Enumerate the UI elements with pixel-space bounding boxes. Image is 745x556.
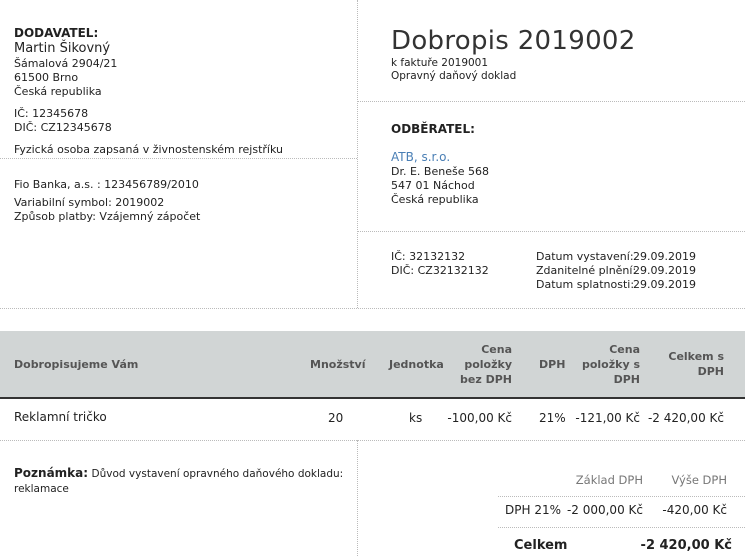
supplier-dic: DIČ: CZ12345678 <box>14 121 112 134</box>
date-value: 29.09.2019 <box>633 264 696 277</box>
table-bottom-divider <box>0 440 745 441</box>
note-block: Poznámka: Důvod vystavení opravného daňo… <box>14 466 344 497</box>
customer-ic: IČ: 32132132 <box>391 250 466 263</box>
customer-city: 547 01 Náchod <box>391 179 475 192</box>
customer-street: Dr. E. Beneše 568 <box>391 165 489 178</box>
header-divider-vertical <box>357 0 358 308</box>
col-price-line: položky <box>464 358 512 371</box>
col-total-line: Celkem s <box>668 350 724 363</box>
summary-vat-header: Výše DPH <box>671 473 727 487</box>
item-vat: 21% <box>539 411 566 425</box>
item-unit: ks <box>409 411 423 425</box>
supplier-name: Martin Šikovný <box>14 41 111 56</box>
col-price-line: Cena <box>481 343 512 356</box>
table-row: Reklamní tričko 20 ks -100,00 Kč 21% -12… <box>0 398 745 438</box>
item-total: -2 420,00 Kč <box>647 411 724 425</box>
footer-divider-vertical <box>357 440 358 556</box>
header-bottom-divider <box>0 308 745 309</box>
summary-base-header: Základ DPH <box>575 473 643 487</box>
customer-name: ATB, s.r.o. <box>391 150 451 164</box>
date-row: Datum splatnosti:29.09.2019 <box>536 278 696 292</box>
date-label: Datum vystavení: <box>536 250 634 263</box>
date-label: Zdanitelné plnění: <box>536 264 637 277</box>
customer-country: Česká republika <box>391 193 479 206</box>
document-type: Opravný daňový doklad <box>391 70 517 82</box>
col-price-vat-line: Cena <box>609 343 640 356</box>
date-row: Datum vystavení:29.09.2019 <box>536 250 696 264</box>
col-description: Dobropisujeme Vám <box>14 358 139 371</box>
summary-total-divider <box>498 527 745 528</box>
supplier-country: Česká republika <box>14 85 102 98</box>
note-label: Poznámka: <box>14 466 89 480</box>
item-price-vat: -121,00 Kč <box>575 411 640 425</box>
note-text-line: Důvod vystavení opravného daňového dokla… <box>91 468 344 480</box>
item-price: -100,00 Kč <box>447 411 512 425</box>
item-quantity: 20 <box>328 411 344 425</box>
col-vat: DPH <box>539 358 566 371</box>
supplier-registry-note: Fyzická osoba zapsaná v živnostenském re… <box>14 143 283 156</box>
col-total-line: DPH <box>697 365 724 378</box>
col-price: Cena položky bez DPH <box>460 342 512 387</box>
col-price-vat-line: položky s <box>581 358 640 371</box>
supplier-street: Šámalová 2904/21 <box>14 57 118 70</box>
supplier-heading: DODAVATEL: <box>14 26 99 40</box>
document-title: Dobropis 2019002 <box>391 26 636 56</box>
date-value: 29.09.2019 <box>633 250 696 263</box>
date-row: Zdanitelné plnění:29.09.2019 <box>536 264 696 278</box>
supplier-divider <box>0 158 357 159</box>
document-divider <box>357 101 745 102</box>
customer-divider <box>357 231 745 232</box>
date-value: 29.09.2019 <box>633 278 696 291</box>
customer-tax-ids: IČ: 32132132 DIČ: CZ32132132 <box>391 250 489 277</box>
col-price-vat-line: DPH <box>613 373 640 386</box>
customer-dic: DIČ: CZ32132132 <box>391 264 489 277</box>
item-description: Reklamní tričko <box>14 410 107 424</box>
note-text-line: reklamace <box>14 483 69 495</box>
document-block: Dobropis 2019002 k faktuře 2019001 Oprav… <box>391 26 636 82</box>
dates-block: Datum vystavení:29.09.2019 Zdanitelné pl… <box>536 250 696 292</box>
bank-account: Fio Banka, a.s. : 123456789/2010 <box>14 178 199 191</box>
supplier-city: 61500 Brno <box>14 71 79 84</box>
col-unit: Jednotka <box>389 358 444 371</box>
customer-heading: ODBĚRATEL: <box>391 122 475 136</box>
supplier-ic: IČ: 12345678 <box>14 107 89 120</box>
summary-total-label: Celkem <box>514 538 568 553</box>
col-price-line: bez DPH <box>460 373 512 386</box>
summary-rate: DPH 21% <box>505 503 561 517</box>
payment-block: Fio Banka, a.s. : 123456789/2010 Variabi… <box>14 178 200 223</box>
supplier-block: DODAVATEL: Martin Šikovný Šámalová 2904/… <box>14 26 283 156</box>
customer-block: ODBĚRATEL: ATB, s.r.o. Dr. E. Beneše 568… <box>391 122 489 206</box>
payment-method: Způsob platby: Vzájemný zápočet <box>14 210 201 223</box>
date-label: Datum splatnosti: <box>536 278 635 291</box>
variable-symbol: Variabilní symbol: 2019002 <box>14 196 165 209</box>
col-total: Celkem s DPH <box>668 349 724 379</box>
invoice-reference: k faktuře 2019001 <box>391 57 489 69</box>
summary-total-value: -2 420,00 Kč <box>640 538 732 553</box>
col-quantity: Množství <box>310 358 366 371</box>
summary-vat: -420,00 Kč <box>662 503 727 517</box>
col-price-vat: Cena položky s DPH <box>582 342 640 387</box>
items-table-header: Dobropisujeme Vám Množství Jednotka Cena… <box>0 331 745 399</box>
summary-base: -2 000,00 Kč <box>566 503 643 517</box>
summary-header-divider <box>498 496 745 497</box>
